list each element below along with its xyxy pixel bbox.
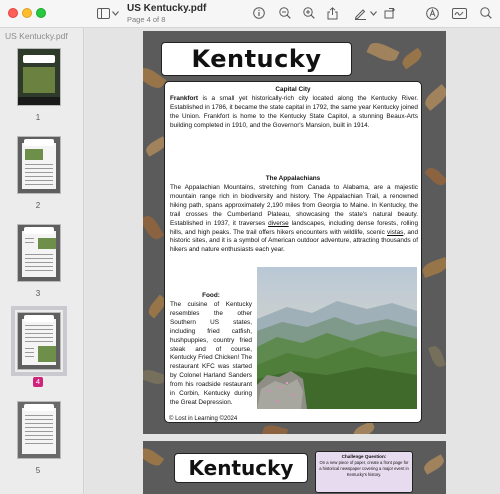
- page-number-1: 1: [35, 113, 41, 122]
- leaf-decoration: [424, 164, 446, 189]
- page-number-5: 5: [35, 466, 41, 475]
- leaf-decoration: [420, 256, 446, 279]
- capital-text: is a small yet historically-rich city lo…: [170, 95, 418, 129]
- copyright-text: © Lost in Learning ©2024: [169, 416, 238, 422]
- zoom-out-icon[interactable]: [278, 4, 292, 22]
- leaf-decoration: [399, 47, 425, 70]
- zoom-window-button[interactable]: [36, 8, 46, 18]
- leaf-decoration: [428, 344, 446, 369]
- window-toolbar: US Kentucky.pdf Page 4 of 8: [0, 0, 500, 28]
- document-viewer[interactable]: Kentucky Capital City Frankfort is a sma…: [85, 28, 500, 494]
- leaf-decoration: [421, 84, 446, 111]
- next-page-title: Kentucky: [188, 456, 294, 480]
- page-title-banner: Kentucky: [161, 42, 352, 76]
- leaf-decoration: [421, 454, 446, 475]
- thumbnail-sidebar: US Kentucky.pdf 1 2 3 4 5: [0, 28, 84, 494]
- zoom-in-icon[interactable]: [302, 4, 316, 22]
- rotate-icon[interactable]: [383, 4, 397, 22]
- challenge-question-box: Challenge Question: On a new piece of pa…: [315, 451, 413, 493]
- appalachians-paragraph: The Appalachian Mountains, stretching fr…: [170, 184, 418, 255]
- pdf-page-5-partial: Kentucky Challenge Question: On a new pi…: [143, 441, 446, 494]
- page-thumbnail-4[interactable]: [11, 306, 67, 376]
- capital-paragraph: Frankfort is a small yet historically-ri…: [170, 95, 418, 131]
- food-heading: Food:: [202, 292, 220, 299]
- leaf-decoration: [143, 445, 165, 469]
- markup-pen-icon[interactable]: [353, 4, 367, 22]
- page-title: Kentucky: [191, 45, 322, 73]
- leaf-decoration: [366, 39, 400, 65]
- info-icon[interactable]: [252, 4, 266, 22]
- challenge-text: On a new piece of paper, create a front …: [319, 460, 409, 477]
- page-number-3: 3: [35, 289, 41, 298]
- page-number-4-current: 4: [33, 377, 43, 387]
- close-window-button[interactable]: [8, 8, 18, 18]
- page-thumbnail-1[interactable]: [17, 48, 61, 106]
- page-indicator: Page 4 of 8: [127, 15, 166, 24]
- page-number-2: 2: [35, 201, 41, 210]
- vistas-underlined: vistas: [387, 228, 404, 236]
- appalachians-heading: The Appalachians: [265, 175, 321, 182]
- sidebar-title: US Kentucky.pdf: [5, 31, 68, 41]
- diverse-underlined: diverse: [268, 219, 289, 227]
- page-thumbnail-3[interactable]: [17, 224, 61, 282]
- minimize-window-button[interactable]: [22, 8, 32, 18]
- share-icon[interactable]: [325, 4, 339, 22]
- appalachian-mountains-photo: [257, 267, 417, 409]
- leaf-decoration: [143, 212, 165, 243]
- capital-heading: Capital City: [275, 86, 311, 93]
- leaf-decoration: [143, 367, 167, 387]
- signature-icon[interactable]: [451, 4, 467, 22]
- food-paragraph: The cuisine of Kentucky resembles the ot…: [170, 301, 252, 406]
- content-card: Capital City Frankfort is a small yet hi…: [164, 81, 422, 423]
- sidebar-toggle-icon[interactable]: [96, 4, 110, 22]
- highlight-icon[interactable]: [425, 4, 439, 22]
- next-page-title-banner: Kentucky: [174, 453, 308, 483]
- search-icon[interactable]: [479, 4, 493, 22]
- page-thumbnail-5[interactable]: [17, 401, 61, 459]
- document-title: US Kentucky.pdf: [127, 3, 207, 14]
- leaf-decoration: [261, 423, 289, 434]
- pdf-page-4: Kentucky Capital City Frankfort is a sma…: [143, 31, 446, 434]
- capital-lead: Frankfort: [170, 95, 199, 102]
- chevron-down-icon[interactable]: [369, 4, 377, 22]
- chevron-down-icon[interactable]: [111, 4, 119, 22]
- challenge-heading: Challenge Question:: [341, 454, 387, 459]
- page-thumbnail-2[interactable]: [17, 136, 61, 194]
